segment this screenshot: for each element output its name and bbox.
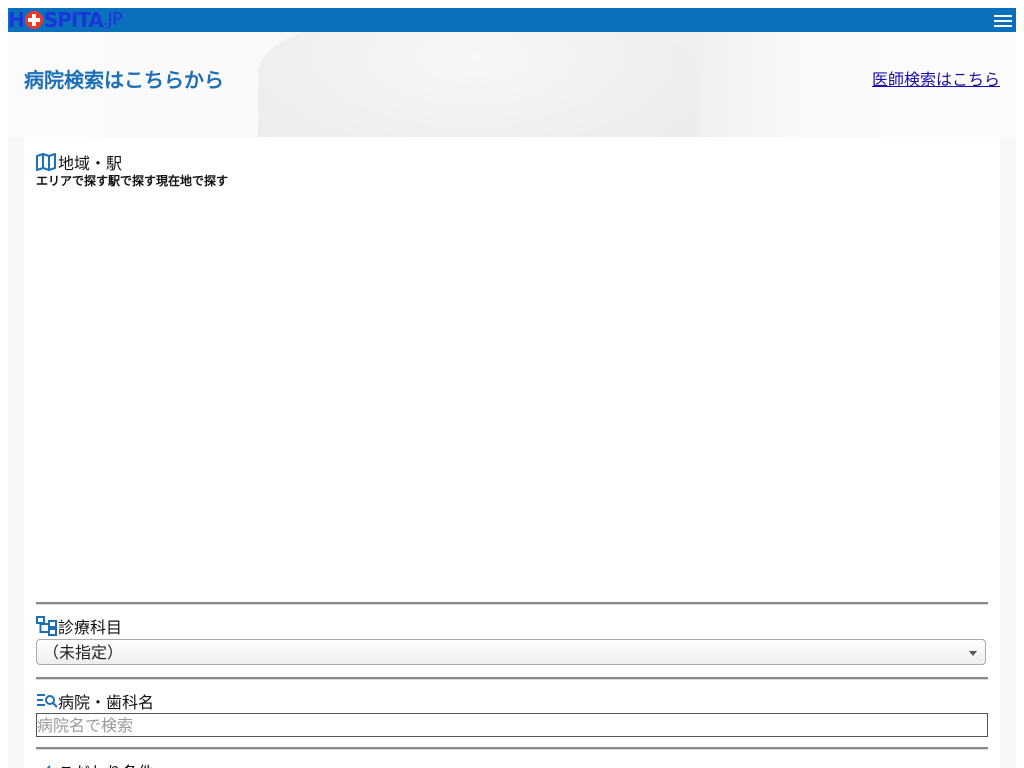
department-select[interactable]: （未指定） — [36, 639, 986, 665]
logo-wordmark: H SPITA .JP — [8, 8, 123, 32]
hospital-name-title: 病院・歯科名 — [58, 693, 155, 712]
logo-letters: SPITA — [43, 8, 104, 32]
area-title: 地域・駅 — [58, 154, 123, 173]
medical-cross-icon — [24, 11, 43, 29]
section-divider — [36, 602, 988, 605]
top-bar: H SPITA .JP — [8, 8, 1016, 32]
tab-search-by-location[interactable]: 現在地で探す — [156, 173, 228, 189]
hero-banner: 病院検索はこちらから 医師検索はこちら — [8, 32, 1016, 137]
section-divider — [36, 677, 988, 680]
page-title: 病院検索はこちらから — [24, 68, 224, 92]
department-title: 診療科目 — [58, 618, 123, 637]
page-frame: H SPITA .JP 病院検索はこちらから 医師検索はこちら 地域・駅 エリア… — [8, 8, 1016, 768]
logo-letter-h: H — [8, 8, 25, 32]
doctor-search-link[interactable]: 医師検索はこちら — [872, 70, 1000, 90]
logo-domain: .JP — [102, 9, 123, 30]
conditions-heading: こだわり条件 — [36, 760, 988, 768]
tab-search-by-area[interactable]: エリアで探す — [36, 173, 108, 189]
department-selected-value: （未指定） — [43, 643, 124, 662]
search-card: 地域・駅 エリアで探す 駅で探す 現在地で探す 診療科目 （未指定） 病院・歯科… — [24, 137, 1000, 768]
conditions-title: こだわり条件 — [58, 759, 154, 768]
site-logo[interactable]: H SPITA .JP — [8, 8, 140, 32]
hero-background-image — [258, 32, 698, 137]
hamburger-menu-icon[interactable] — [994, 12, 1012, 28]
hierarchy-icon — [36, 616, 58, 636]
section-divider — [36, 747, 988, 750]
area-section: 地域・駅 エリアで探す 駅で探す 現在地で探す — [36, 151, 988, 189]
list-search-icon — [36, 691, 58, 711]
tab-search-by-station[interactable]: 駅で探す — [108, 173, 156, 189]
department-heading: 診療科目 — [36, 615, 988, 637]
hospital-name-heading: 病院・歯科名 — [36, 690, 988, 712]
hospital-name-input[interactable] — [36, 713, 988, 737]
map-icon — [36, 152, 58, 172]
conditions-section: こだわり条件 — [36, 760, 988, 768]
area-search-tabs: エリアで探す 駅で探す 現在地で探す — [36, 173, 988, 189]
area-heading: 地域・駅 — [36, 151, 988, 173]
department-section: 診療科目 （未指定） — [36, 615, 988, 665]
hospital-name-section: 病院・歯科名 — [36, 690, 988, 737]
check-list-icon — [36, 761, 58, 768]
dropdown-arrow-icon — [969, 651, 977, 656]
